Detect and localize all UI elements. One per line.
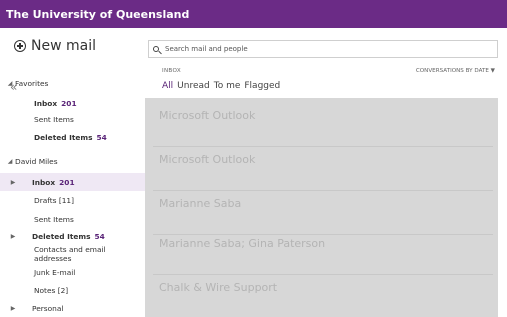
message-sender: Marianne Saba; Gina Paterson — [159, 237, 326, 250]
message-sender: Microsoft Outlook — [159, 153, 256, 166]
app-header: The University of Queensland — [0, 0, 507, 28]
folder-label: Junk E-mail — [34, 267, 76, 277]
folder-label: Deleted Items — [34, 132, 93, 142]
expand-arrow-icon[interactable]: ▶ — [8, 233, 18, 240]
expand-arrow-icon[interactable]: ▶ — [8, 179, 18, 186]
folder-label: Sent Items — [34, 214, 74, 224]
folder-label: Sent Items — [34, 114, 74, 124]
tab-unread[interactable]: Unread — [177, 81, 210, 91]
folder-label: Deleted Items — [32, 231, 91, 241]
message-row[interactable]: Microsoft Outlook — [153, 106, 493, 147]
folder-item[interactable]: Sent Items — [0, 210, 145, 228]
message-row[interactable]: Microsoft Outlook — [153, 150, 493, 191]
folder-label: Drafts [11] — [34, 195, 74, 205]
folder-item[interactable]: Sent Items — [0, 110, 145, 128]
folder-item[interactable]: Notes [2] — [0, 281, 145, 299]
plus-circle-icon — [14, 40, 26, 52]
message-sender: Marianne Saba — [159, 197, 242, 210]
folder-item[interactable]: ▶ Inbox 201 — [0, 173, 145, 191]
tab-all[interactable]: All — [162, 81, 173, 91]
message-list-header: Search mail and people INBOX CONVERSATIO… — [145, 28, 507, 98]
folder-group-header[interactable]: ◢ Favorites — [0, 74, 145, 92]
unread-count: 201 — [59, 177, 75, 187]
app-title: The University of Queensland — [6, 7, 190, 21]
message-list: Microsoft Outlook Microsoft Outlook Marian… — [145, 98, 498, 317]
folder-pane: New mail « ◢ Favorites Inbox 201 Sent Items D… — [0, 28, 146, 317]
new-mail-button[interactable]: New mail — [14, 38, 96, 54]
sort-dropdown[interactable]: CONVERSATIONS BY DATE ▼ — [416, 68, 495, 74]
new-mail-label: New mail — [31, 38, 96, 54]
message-row[interactable]: Marianne Saba — [153, 194, 493, 235]
search-input[interactable]: Search mail and people — [148, 40, 498, 58]
message-sender: Microsoft Outlook — [159, 109, 256, 122]
unread-count: 54 — [94, 231, 105, 241]
unread-count: 201 — [61, 98, 77, 108]
folder-item[interactable]: ▶ Deleted Items 54 — [0, 227, 145, 245]
expand-arrow-icon[interactable]: ◢ — [5, 80, 15, 87]
folder-label: David Miles — [15, 156, 58, 166]
folder-label: Inbox — [34, 98, 58, 108]
message-row[interactable]: Marianne Saba; Gina Paterson — [153, 234, 493, 275]
unread-count: 54 — [96, 132, 107, 142]
folder-label: Contacts and email addresses — [34, 245, 106, 263]
expand-arrow-icon[interactable]: ◢ — [5, 158, 15, 165]
folder-item[interactable]: ▶ Personal — [0, 299, 145, 317]
folder-item[interactable]: Contacts and email addresses — [0, 245, 145, 263]
message-row[interactable]: Chalk & Wire Support — [153, 278, 493, 317]
tab-flagged[interactable]: Flagged — [244, 81, 280, 91]
folder-label: Favorites — [15, 78, 49, 88]
message-sender: Chalk & Wire Support — [159, 281, 278, 294]
folder-group-header[interactable]: ◢ David Miles — [0, 152, 145, 170]
folder-label: Notes [2] — [34, 285, 69, 295]
folder-label: Inbox — [32, 177, 56, 187]
expand-arrow-icon[interactable]: ▶ — [8, 305, 18, 312]
folder-item[interactable]: Junk E-mail — [0, 263, 145, 281]
search-placeholder: Search mail and people — [165, 45, 248, 53]
tab-to-me[interactable]: To me — [214, 81, 241, 91]
folder-title: INBOX — [162, 68, 181, 74]
folder-item[interactable]: Deleted Items 54 — [0, 128, 145, 146]
folder-item[interactable]: Drafts [11] — [0, 191, 145, 209]
search-icon — [153, 46, 159, 52]
folder-label: Personal — [32, 303, 64, 313]
